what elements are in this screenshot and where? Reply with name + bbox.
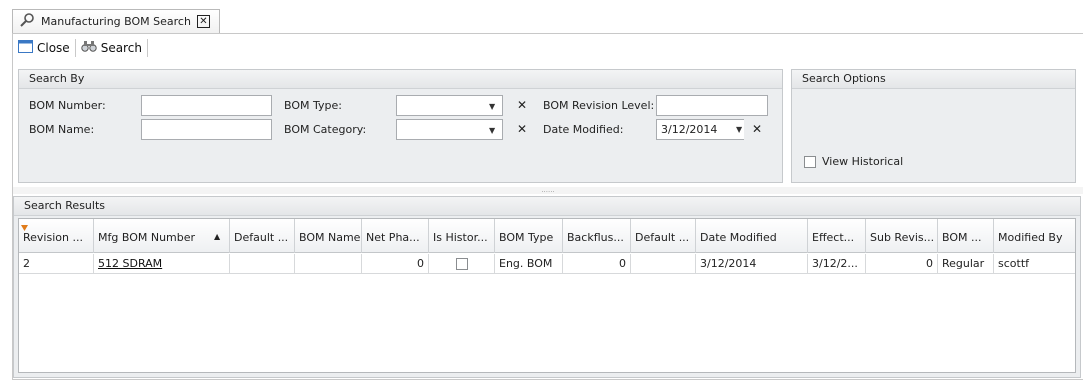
cell-modified-by: scottf — [998, 257, 1030, 270]
column-header-label: Is Histor... — [433, 231, 488, 244]
column-header-label: Net Pha... — [366, 231, 420, 244]
column-header-date-modified[interactable]: Date Modified — [696, 219, 808, 253]
close-button[interactable]: Close — [13, 37, 75, 59]
column-header-label: BOM ... — [942, 231, 982, 244]
cell-sub-revision: 0 — [866, 254, 938, 274]
search-button-label: Search — [100, 41, 142, 55]
view-historical-checkbox[interactable] — [804, 156, 816, 168]
date-modified-combo[interactable]: 3/12/2014 — [656, 119, 744, 140]
search-by-group: Search By BOM Number: BOM Name: BOM Type… — [18, 69, 783, 183]
column-header-label: Effect... — [812, 231, 855, 244]
chevron-down-icon[interactable]: ▼ — [489, 126, 495, 135]
search-button[interactable]: Search — [76, 37, 147, 59]
close-button-label: Close — [37, 41, 70, 55]
search-results-header: Search Results — [14, 197, 1080, 216]
window-icon — [18, 40, 33, 56]
sort-ascending-icon: ▲ — [214, 232, 221, 241]
date-modified-value: 3/12/2014 — [661, 123, 718, 136]
column-header-label: Mfg BOM Number — [98, 231, 196, 244]
tab-title: Manufacturing BOM Search — [41, 15, 191, 28]
toolbar: Close Search — [13, 34, 1083, 62]
cell-default-2 — [631, 254, 696, 274]
bom-category-label: BOM Category: — [284, 123, 367, 136]
bom-type-combo[interactable]: ▼ — [396, 95, 503, 116]
column-header-sub-revision[interactable]: Sub Revis... — [866, 219, 938, 253]
bom-number-label: BOM Number: — [29, 99, 106, 112]
column-header-label: Modified By — [998, 231, 1063, 244]
column-header-label: Default ... — [635, 231, 690, 244]
is-historical-checkbox[interactable] — [455, 258, 468, 270]
clear-bom-type-icon[interactable]: ✕ — [517, 98, 527, 112]
chevron-down-icon[interactable]: ▼ — [736, 125, 742, 134]
column-header-bom-class[interactable]: BOM ... — [938, 219, 994, 253]
column-header-label: Backflus... — [567, 231, 624, 244]
view-historical-label: View Historical — [822, 155, 904, 168]
search-options-group: Search Options View Historical — [791, 69, 1076, 183]
tab-manufacturing-bom-search[interactable]: Manufacturing BOM Search ✕ — [12, 9, 220, 33]
magnifier-icon — [19, 12, 35, 31]
table-row[interactable]: 2 512 SDRAM 0 Eng. BOM 0 3/12/2014 3/12/… — [19, 254, 1075, 274]
column-header-label: BOM Name — [299, 231, 361, 244]
cell-default-1 — [230, 254, 295, 274]
binoculars-icon — [81, 40, 97, 56]
column-header-label: Sub Revis... — [870, 231, 935, 244]
bom-number-input[interactable] — [141, 95, 272, 116]
cell-bom-type: Eng. BOM — [495, 254, 563, 274]
cell-effective: 3/12/2... — [808, 254, 866, 274]
column-header-label: Default ... — [234, 231, 289, 244]
cell-bom-class: Regular — [938, 254, 994, 274]
column-header-backflush[interactable]: Backflus... — [563, 219, 631, 253]
column-header-label: Date Modified — [700, 231, 777, 244]
bom-type-label: BOM Type: — [284, 99, 342, 112]
bom-revision-level-input[interactable] — [656, 95, 768, 116]
bom-revision-level-label: BOM Revision Level: — [543, 99, 655, 112]
bom-name-label: BOM Name: — [29, 123, 95, 136]
splitter-handle[interactable]: ...... — [13, 187, 1083, 194]
toolbar-separator — [146, 39, 148, 57]
column-header-revision[interactable]: Revision ... — [19, 219, 94, 253]
column-header-modified-by[interactable]: Modified By — [994, 219, 1075, 253]
column-header-is-historical[interactable]: Is Histor... — [429, 219, 495, 253]
date-modified-label: Date Modified: — [543, 123, 624, 136]
close-tab-icon[interactable]: ✕ — [196, 15, 210, 28]
column-header-default-2[interactable]: Default ... — [631, 219, 696, 253]
column-header-mfg-bom-number[interactable]: Mfg BOM Number ▲ — [94, 219, 230, 253]
grid-header-row: Revision ... Mfg BOM Number ▲ Default ..… — [19, 219, 1075, 253]
column-header-label: Revision ... — [23, 231, 83, 244]
column-header-bom-type[interactable]: BOM Type — [495, 219, 563, 253]
cell-revision: 2 — [19, 254, 94, 274]
cell-is-historical — [429, 254, 495, 274]
cell-bom-name — [295, 254, 362, 274]
filter-marker-icon — [21, 221, 28, 234]
mfg-bom-number-link[interactable]: 512 SDRAM — [98, 257, 162, 270]
bom-category-combo[interactable]: ▼ — [396, 119, 503, 140]
column-header-net-phantom[interactable]: Net Pha... — [362, 219, 429, 253]
column-header-label: BOM Type — [499, 231, 554, 244]
search-by-header: Search By — [19, 70, 782, 89]
bom-name-input[interactable] — [141, 119, 272, 140]
column-header-effective[interactable]: Effect... — [808, 219, 866, 253]
cell-net-phantom: 0 — [362, 254, 429, 274]
clear-date-modified-icon[interactable]: ✕ — [752, 122, 762, 136]
cell-mfg-bom-number[interactable]: 512 SDRAM — [94, 254, 230, 274]
results-grid: Revision ... Mfg BOM Number ▲ Default ..… — [18, 218, 1076, 373]
cell-date-modified: 3/12/2014 — [696, 254, 808, 274]
chevron-down-icon[interactable]: ▼ — [489, 102, 495, 111]
cell-backflush: 0 — [563, 254, 631, 274]
clear-bom-category-icon[interactable]: ✕ — [517, 122, 527, 136]
search-options-header: Search Options — [792, 70, 1075, 89]
column-header-bom-name[interactable]: BOM Name — [295, 219, 362, 253]
column-header-default-1[interactable]: Default ... — [230, 219, 295, 253]
